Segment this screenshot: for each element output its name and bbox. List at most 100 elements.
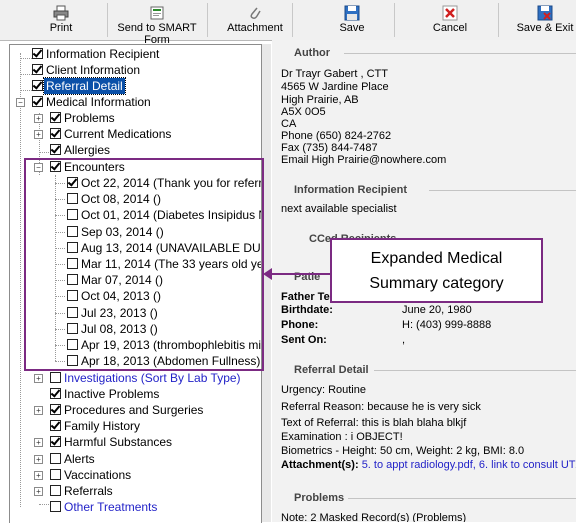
attachments-label: Attachment(s): bbox=[281, 459, 359, 471]
problems-note: Note: 2 Masked Record(s) (Problems) bbox=[281, 512, 467, 522]
referral-section-title: Referral Detail bbox=[294, 364, 369, 376]
expand-icon[interactable]: + bbox=[34, 130, 43, 139]
expand-icon[interactable]: + bbox=[34, 114, 43, 123]
divider bbox=[348, 498, 576, 499]
checkbox[interactable] bbox=[50, 436, 61, 447]
send-smart-form-label: Send to SMART Form bbox=[117, 22, 197, 46]
checkbox[interactable] bbox=[50, 144, 61, 155]
patient-birthdate: June 20, 1980 bbox=[402, 304, 472, 316]
tree-item-alerts[interactable]: + Alerts bbox=[10, 451, 260, 467]
tree-label: Investigations (Sort By Lab Type) bbox=[64, 371, 241, 385]
checkbox[interactable] bbox=[50, 485, 61, 496]
cancel-button[interactable]: Cancel bbox=[420, 2, 480, 38]
tree-label: Other Treatments bbox=[64, 500, 158, 514]
checkbox[interactable] bbox=[50, 372, 61, 383]
checkbox[interactable] bbox=[32, 96, 43, 107]
tree-label: Harmful Substances bbox=[64, 435, 173, 449]
print-label: Print bbox=[49, 22, 73, 34]
referral-reason: Referral Reason: because he is very sick bbox=[281, 401, 481, 413]
tree-item-inactive-problems[interactable]: Inactive Problems bbox=[10, 386, 260, 402]
tree-label: Current Medications bbox=[64, 127, 172, 141]
print-button[interactable]: Print bbox=[38, 2, 84, 38]
checkbox[interactable] bbox=[50, 128, 61, 139]
tree-item-other-treatments[interactable]: Other Treatments bbox=[10, 499, 260, 515]
checkbox[interactable] bbox=[50, 469, 61, 480]
printer-icon bbox=[53, 5, 69, 21]
referral-attachments: Attachment(s): 5. to appt radiology.pdf,… bbox=[281, 459, 576, 472]
expand-icon[interactable]: + bbox=[34, 487, 43, 496]
save-exit-icon bbox=[537, 5, 553, 21]
patient-sent-on: , bbox=[402, 334, 406, 346]
info-recipient-value: next available specialist bbox=[281, 203, 397, 215]
tree-label: Referrals bbox=[64, 484, 113, 498]
expand-icon[interactable]: + bbox=[34, 374, 43, 383]
save-exit-label: Save & Exit bbox=[516, 22, 574, 34]
attachment-button[interactable]: Attachment bbox=[222, 2, 288, 38]
tree-label: Medical Information bbox=[46, 95, 151, 109]
referral-text: Text of Referral: this is blah blaha blk… bbox=[281, 417, 467, 429]
checkbox[interactable] bbox=[32, 64, 43, 75]
floppy-disk-icon bbox=[344, 5, 360, 21]
tree-item-allergies[interactable]: Allergies bbox=[10, 142, 260, 158]
tree-item-medical-information[interactable]: − Medical Information bbox=[10, 94, 260, 110]
checkbox[interactable] bbox=[50, 420, 61, 431]
toolbar-separator bbox=[207, 3, 208, 37]
checkbox[interactable] bbox=[50, 112, 61, 123]
expand-icon[interactable]: + bbox=[34, 471, 43, 480]
tree-item-referrals[interactable]: + Referrals bbox=[10, 483, 260, 499]
expand-icon[interactable]: + bbox=[34, 455, 43, 464]
patient-phone-label: Phone: bbox=[281, 319, 319, 331]
toolbar-separator bbox=[394, 3, 395, 37]
tree-item-problems[interactable]: + Problems bbox=[10, 110, 260, 126]
tree-item-current-medications[interactable]: + Current Medications bbox=[10, 126, 260, 142]
expand-icon[interactable]: + bbox=[34, 406, 43, 415]
paperclip-icon bbox=[250, 7, 261, 19]
toolbar-separator bbox=[498, 3, 499, 37]
divider bbox=[344, 53, 576, 54]
referral-exam: Examination : i OBJECT! bbox=[281, 431, 403, 443]
tree-item-procedures-surgeries[interactable]: + Procedures and Surgeries bbox=[10, 402, 260, 418]
save-exit-button[interactable]: Save & Exit bbox=[514, 2, 576, 38]
tree-label: Problems bbox=[64, 111, 115, 125]
attachment-label: Attachment bbox=[227, 22, 283, 34]
save-button[interactable]: Save bbox=[322, 2, 382, 38]
send-smart-form-button[interactable]: Send to SMART Form bbox=[108, 2, 206, 46]
collapse-icon[interactable]: − bbox=[16, 98, 25, 107]
checkbox[interactable] bbox=[50, 501, 61, 512]
tree-item-harmful-substances[interactable]: + Harmful Substances bbox=[10, 434, 260, 450]
tree-label: Vaccinations bbox=[64, 468, 132, 482]
tree-label: Allergies bbox=[64, 143, 111, 157]
tree-item-family-history[interactable]: Family History bbox=[10, 418, 260, 434]
checkbox[interactable] bbox=[50, 453, 61, 464]
checkbox[interactable] bbox=[32, 80, 43, 91]
tree-item-referral-detail[interactable]: Referral Detail bbox=[10, 77, 260, 95]
checkbox[interactable] bbox=[50, 388, 61, 399]
expand-icon[interactable]: + bbox=[34, 438, 43, 447]
callout-line-1: Expanded Medical bbox=[370, 250, 503, 267]
checkbox[interactable] bbox=[32, 48, 43, 59]
attachments-links[interactable]: 5. to appt radiology.pdf, 6. link to con… bbox=[362, 459, 576, 471]
smart-form-icon bbox=[150, 6, 164, 20]
patient-phone: H: (403) 999-8888 bbox=[402, 319, 492, 331]
tree-label: Inactive Problems bbox=[64, 387, 160, 401]
patient-father-label: Father Te bbox=[281, 291, 330, 303]
tree-item-information-recipient[interactable]: Information Recipient bbox=[10, 46, 260, 62]
patient-sent-on-label: Sent On: bbox=[281, 334, 327, 346]
author-name: Dr Trayr Gabert , CTT bbox=[281, 68, 388, 80]
cancel-label: Cancel bbox=[432, 22, 468, 34]
referral-urgency: Urgency: Routine bbox=[281, 384, 366, 396]
cancel-x-icon bbox=[442, 5, 458, 21]
author-section-title: Author bbox=[294, 47, 331, 59]
checkbox[interactable] bbox=[50, 404, 61, 415]
problems-section-title: Problems bbox=[294, 492, 345, 504]
divider bbox=[429, 190, 576, 191]
tree-label: Procedures and Surgeries bbox=[64, 403, 204, 417]
tree-item-client-information[interactable]: Client Information bbox=[10, 62, 260, 78]
tree-item-investigations[interactable]: + Investigations (Sort By Lab Type) bbox=[10, 370, 260, 386]
tree-label: Family History bbox=[64, 419, 141, 433]
author-address: 4565 W Jardine Place bbox=[281, 81, 389, 93]
callout-line-2: Summary category bbox=[369, 275, 504, 292]
info-recipient-section-title: Information Recipient bbox=[294, 184, 408, 196]
save-label: Save bbox=[339, 22, 365, 34]
tree-item-vaccinations[interactable]: + Vaccinations bbox=[10, 467, 260, 483]
